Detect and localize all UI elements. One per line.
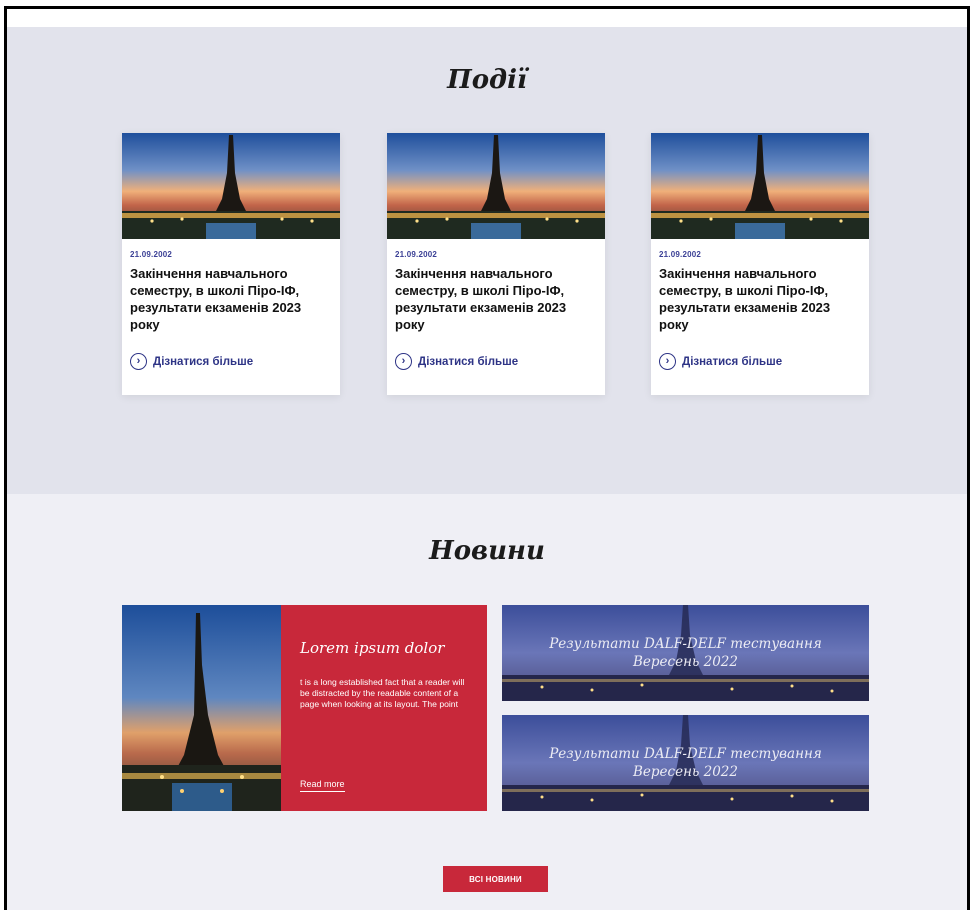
chevron-right-circle-icon: › <box>130 353 147 370</box>
news-title: Новини <box>429 536 545 566</box>
events-section: Події 21.09.2002 Закінчення навчального … <box>7 27 967 494</box>
learn-more-link[interactable]: › Дізнатися більше <box>130 353 253 370</box>
event-photo <box>651 133 869 239</box>
read-more-link[interactable]: Read more <box>300 779 345 792</box>
banner-title: Результати DALF-DELF тестування <box>549 746 822 762</box>
news-banner[interactable]: Результати DALF-DELF тестування Вересень… <box>502 605 869 701</box>
event-photo <box>387 133 605 239</box>
event-date: 21.09.2002 <box>395 250 438 259</box>
banner-subtitle: Вересень 2022 <box>633 764 738 780</box>
top-strip <box>7 9 967 27</box>
news-banner[interactable]: Результати DALF-DELF тестування Вересень… <box>502 715 869 811</box>
banner-text: Результати DALF-DELF тестування Вересень… <box>502 635 869 671</box>
event-card[interactable]: 21.09.2002 Закінчення навчального семест… <box>122 133 340 395</box>
featured-news[interactable]: Lorem ipsum dolor t is a long establishe… <box>122 605 487 811</box>
learn-more-label: Дізнатися більше <box>153 355 254 368</box>
event-title: Закінчення навчального семестру, в школі… <box>130 266 302 332</box>
featured-text: t is a long established fact that a read… <box>300 677 465 709</box>
event-date: 21.09.2002 <box>130 250 173 259</box>
chevron-right-circle-icon: › <box>659 353 676 370</box>
learn-more-link[interactable]: › Дізнатися більше <box>395 353 518 370</box>
event-photo <box>122 133 340 239</box>
learn-more-link[interactable]: › Дізнатися більше <box>659 353 782 370</box>
featured-panel: Lorem ipsum dolor t is a long establishe… <box>281 605 487 811</box>
event-title: Закінчення навчального семестру, в школі… <box>659 266 831 332</box>
banner-text: Результати DALF-DELF тестування Вересень… <box>502 745 869 781</box>
banner-subtitle: Вересень 2022 <box>633 654 738 670</box>
featured-title: Lorem ipsum dolor <box>300 639 445 657</box>
learn-more-label: Дізнатися більше <box>682 355 783 368</box>
event-card[interactable]: 21.09.2002 Закінчення навчального семест… <box>387 133 605 395</box>
events-title: Події <box>447 65 527 95</box>
all-news-button[interactable]: ВСІ НОВИНИ <box>443 866 548 892</box>
page: Події 21.09.2002 Закінчення навчального … <box>4 6 970 910</box>
event-title: Закінчення навчального семестру, в школі… <box>395 266 567 332</box>
chevron-right-circle-icon: › <box>395 353 412 370</box>
event-date: 21.09.2002 <box>659 250 702 259</box>
learn-more-label: Дізнатися більше <box>418 355 519 368</box>
featured-photo <box>122 605 281 811</box>
event-card[interactable]: 21.09.2002 Закінчення навчального семест… <box>651 133 869 395</box>
banner-title: Результати DALF-DELF тестування <box>549 636 822 652</box>
